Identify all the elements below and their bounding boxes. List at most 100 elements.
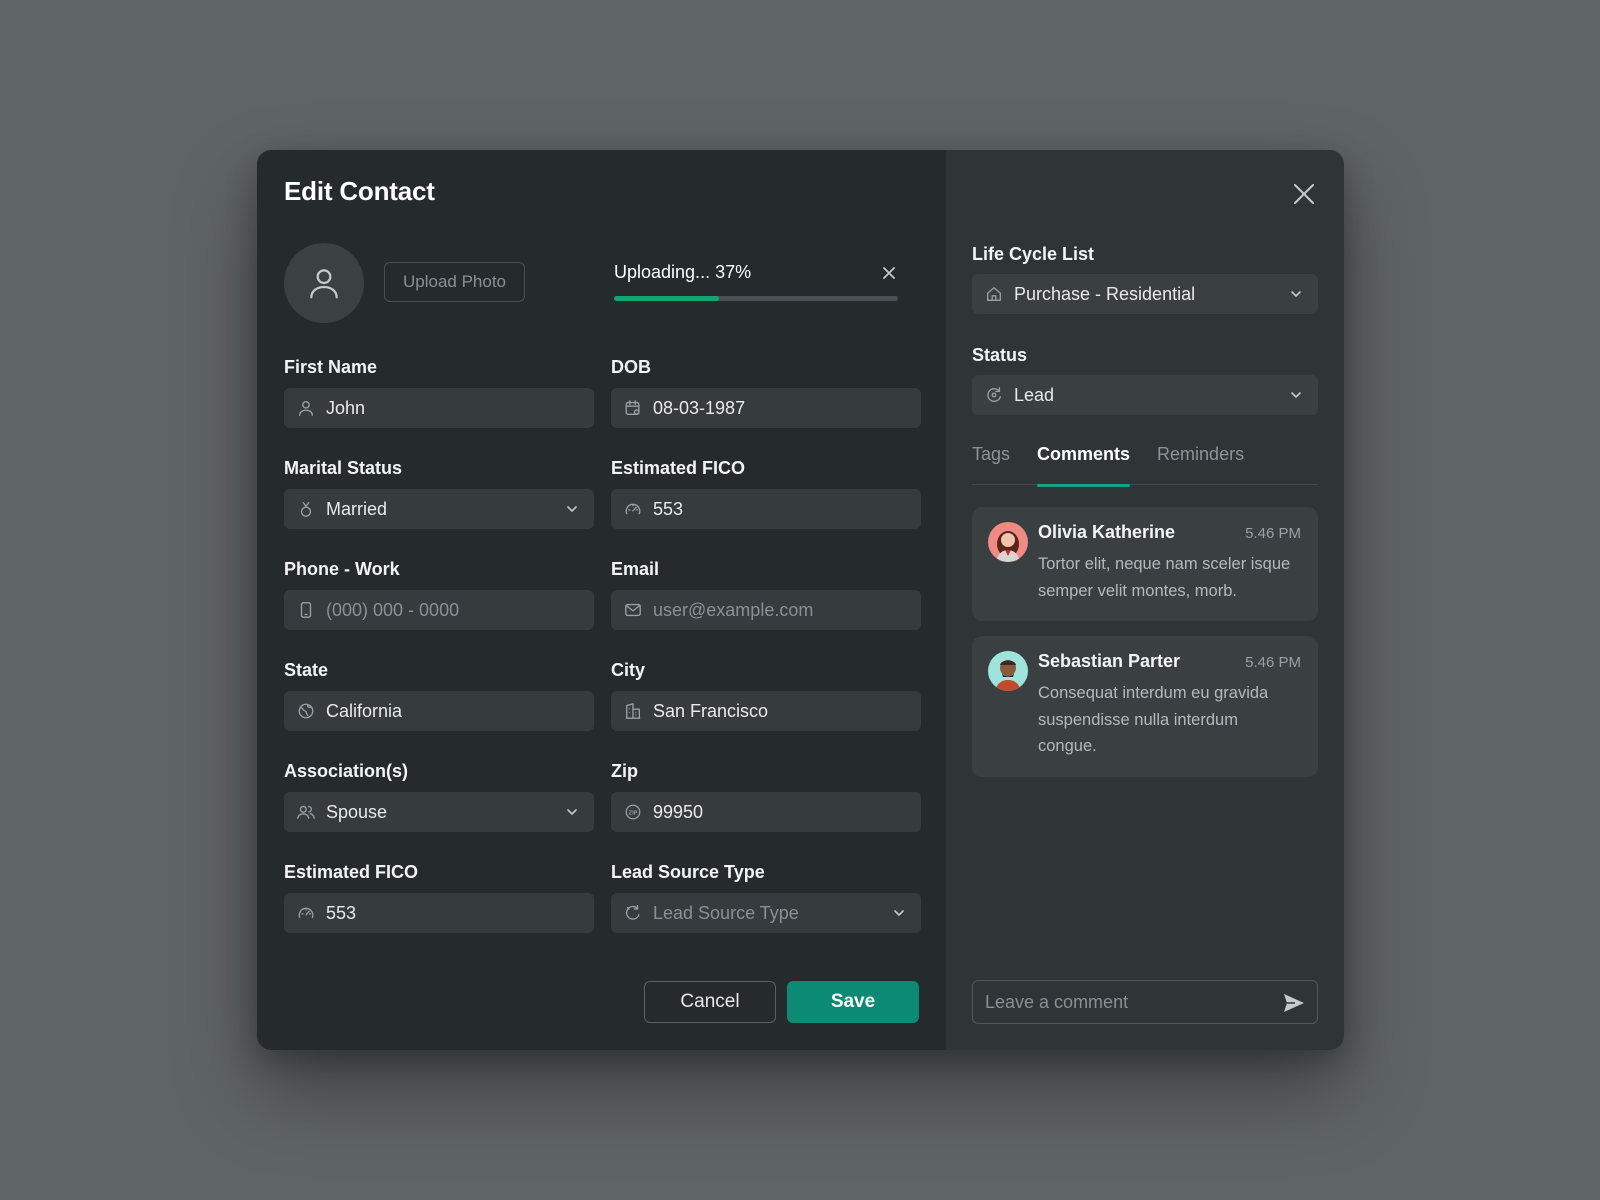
cancel-button[interactable]: Cancel	[644, 981, 776, 1023]
avatar-placeholder	[284, 243, 364, 323]
lead-source-type-value: Lead Source Type	[653, 902, 799, 923]
tab-reminders[interactable]: Reminders	[1157, 442, 1244, 485]
first-name-value: John	[326, 397, 366, 418]
rings-icon	[296, 499, 316, 519]
commenter-name: Sebastian Parter	[1038, 651, 1181, 671]
dob-field: DOB 08-03-1987	[611, 355, 921, 456]
dob-value: 08-03-1987	[653, 397, 746, 418]
estimated-fico-value: 553	[326, 902, 357, 923]
form-footer: Cancel Save	[644, 981, 919, 1023]
upload-photo-button[interactable]: Upload Photo	[384, 262, 525, 302]
state-input[interactable]: California	[284, 691, 594, 731]
tab-tags[interactable]: Tags	[972, 442, 1010, 485]
mail-icon	[623, 600, 643, 620]
estimated-fico-input[interactable]: 553	[611, 489, 921, 529]
state-label: State	[284, 660, 329, 680]
status-value: Lead	[1014, 384, 1055, 405]
state-value: California	[326, 700, 403, 721]
status-select[interactable]: Lead	[972, 375, 1318, 415]
zip-field: Zip ZIP 99950	[611, 759, 921, 860]
marital-status-select[interactable]: Married	[284, 489, 594, 529]
status-label: Status	[972, 345, 1028, 365]
chevron-down-icon	[1286, 284, 1306, 304]
zip-input[interactable]: ZIP 99950	[611, 792, 921, 832]
comment-time: 5.46 PM	[1245, 525, 1301, 542]
tab-comments[interactable]: Comments	[1037, 442, 1131, 487]
edit-contact-modal: Edit Contact Upload Photo Uploading... 3…	[257, 150, 1344, 1050]
estimated-fico-field: Estimated FICO 553	[611, 456, 921, 557]
association-s-field: Association(s) Spouse	[284, 759, 594, 860]
activity-panel: Life Cycle List Purchase - Residential S…	[946, 150, 1344, 1050]
comment-text: Tortor elit, neque nam sceler isque semp…	[1038, 555, 1291, 600]
commenter-avatar	[988, 651, 1028, 691]
status-field: Status Lead	[972, 343, 1318, 415]
lead-source-type-field: Lead Source Type Lead Source Type	[611, 860, 921, 961]
lifecycle-field: Life Cycle List Purchase - Residential	[972, 242, 1318, 314]
comment-time: 5.46 PM	[1245, 654, 1301, 671]
cancel-upload-icon[interactable]	[880, 264, 898, 282]
phone-work-label: Phone - Work	[284, 559, 400, 579]
first-name-input[interactable]: John	[284, 388, 594, 428]
user-icon	[296, 398, 316, 418]
lifecycle-select[interactable]: Purchase - Residential	[972, 274, 1318, 314]
activity-tabs: Tags Comments Reminders	[972, 442, 1318, 487]
lifecycle-label: Life Cycle List	[972, 244, 1095, 264]
estimated-fico-field: Estimated FICO 553	[284, 860, 594, 961]
phone-work-input[interactable]: (000) 000 - 0000	[284, 590, 594, 630]
zip-value: 99950	[653, 801, 704, 822]
estimated-fico-input[interactable]: 553	[284, 893, 594, 933]
chevron-down-icon	[889, 903, 909, 923]
upload-status-text: Uploading... 37%	[614, 262, 752, 282]
user-avatar-icon	[310, 269, 338, 299]
upload-progress-fill	[614, 296, 720, 301]
marital-status-label: Marital Status	[284, 458, 403, 478]
marital-status-field: Marital Status Married	[284, 456, 594, 557]
dob-input[interactable]: 08-03-1987	[611, 388, 921, 428]
save-button[interactable]: Save	[787, 981, 919, 1023]
zip-icon: ZIP	[623, 802, 643, 822]
zip-label: Zip	[611, 761, 638, 781]
city-value: San Francisco	[653, 700, 769, 721]
contact-fields: First Name John DOB 08-03-1987 Marital Statu…	[284, 355, 921, 961]
modal-title: Edit Contact	[284, 176, 435, 206]
association-s-select[interactable]: Spouse	[284, 792, 594, 832]
commenter-avatar	[988, 522, 1028, 562]
comment-card: Olivia Katherine 5.46 PM Tortor elit, ne…	[972, 507, 1318, 621]
email-label: Email	[611, 559, 660, 579]
lead-source-type-select[interactable]: Lead Source Type	[611, 893, 921, 933]
estimated-fico-value: 553	[653, 498, 684, 519]
upload-progress-track	[614, 296, 898, 301]
first-name-field: First Name John	[284, 355, 594, 456]
calendar-icon	[623, 398, 643, 418]
email-value: user@example.com	[653, 599, 814, 620]
upload-progress: Uploading... 37%	[614, 262, 898, 301]
phone-work-field: Phone - Work (000) 000 - 0000	[284, 557, 594, 658]
association-s-value: Spouse	[326, 801, 388, 822]
city-input[interactable]: San Francisco	[611, 691, 921, 731]
city-field: City San Francisco	[611, 658, 921, 759]
comment-composer	[972, 980, 1318, 1024]
estimated-fico-label: Estimated FICO	[284, 862, 419, 882]
send-icon[interactable]	[1283, 992, 1305, 1014]
marital-status-value: Married	[326, 498, 388, 519]
phone-work-value: (000) 000 - 0000	[326, 599, 460, 620]
chevron-down-icon	[562, 499, 582, 519]
lifecycle-value: Purchase - Residential	[1014, 283, 1196, 304]
globe-icon	[296, 701, 316, 721]
comment-input[interactable]	[985, 991, 1265, 1013]
lead-source-type-label: Lead Source Type	[611, 862, 765, 882]
phone-icon	[296, 600, 316, 620]
close-icon[interactable]	[1290, 180, 1318, 208]
email-field: Email user@example.com	[611, 557, 921, 658]
estimated-fico-label: Estimated FICO	[611, 458, 746, 478]
comment-card: Sebastian Parter 5.46 PM Consequat inter…	[972, 636, 1318, 777]
home-icon	[984, 284, 1004, 304]
users-icon	[296, 802, 316, 822]
chevron-down-icon	[1286, 385, 1306, 405]
status-cycle-icon	[984, 385, 1004, 405]
gauge-icon	[296, 903, 316, 923]
commenter-name: Olivia Katherine	[1038, 522, 1176, 542]
email-input[interactable]: user@example.com	[611, 590, 921, 630]
gauge-icon	[623, 499, 643, 519]
contact-form-panel: Edit Contact Upload Photo Uploading... 3…	[257, 150, 946, 1050]
